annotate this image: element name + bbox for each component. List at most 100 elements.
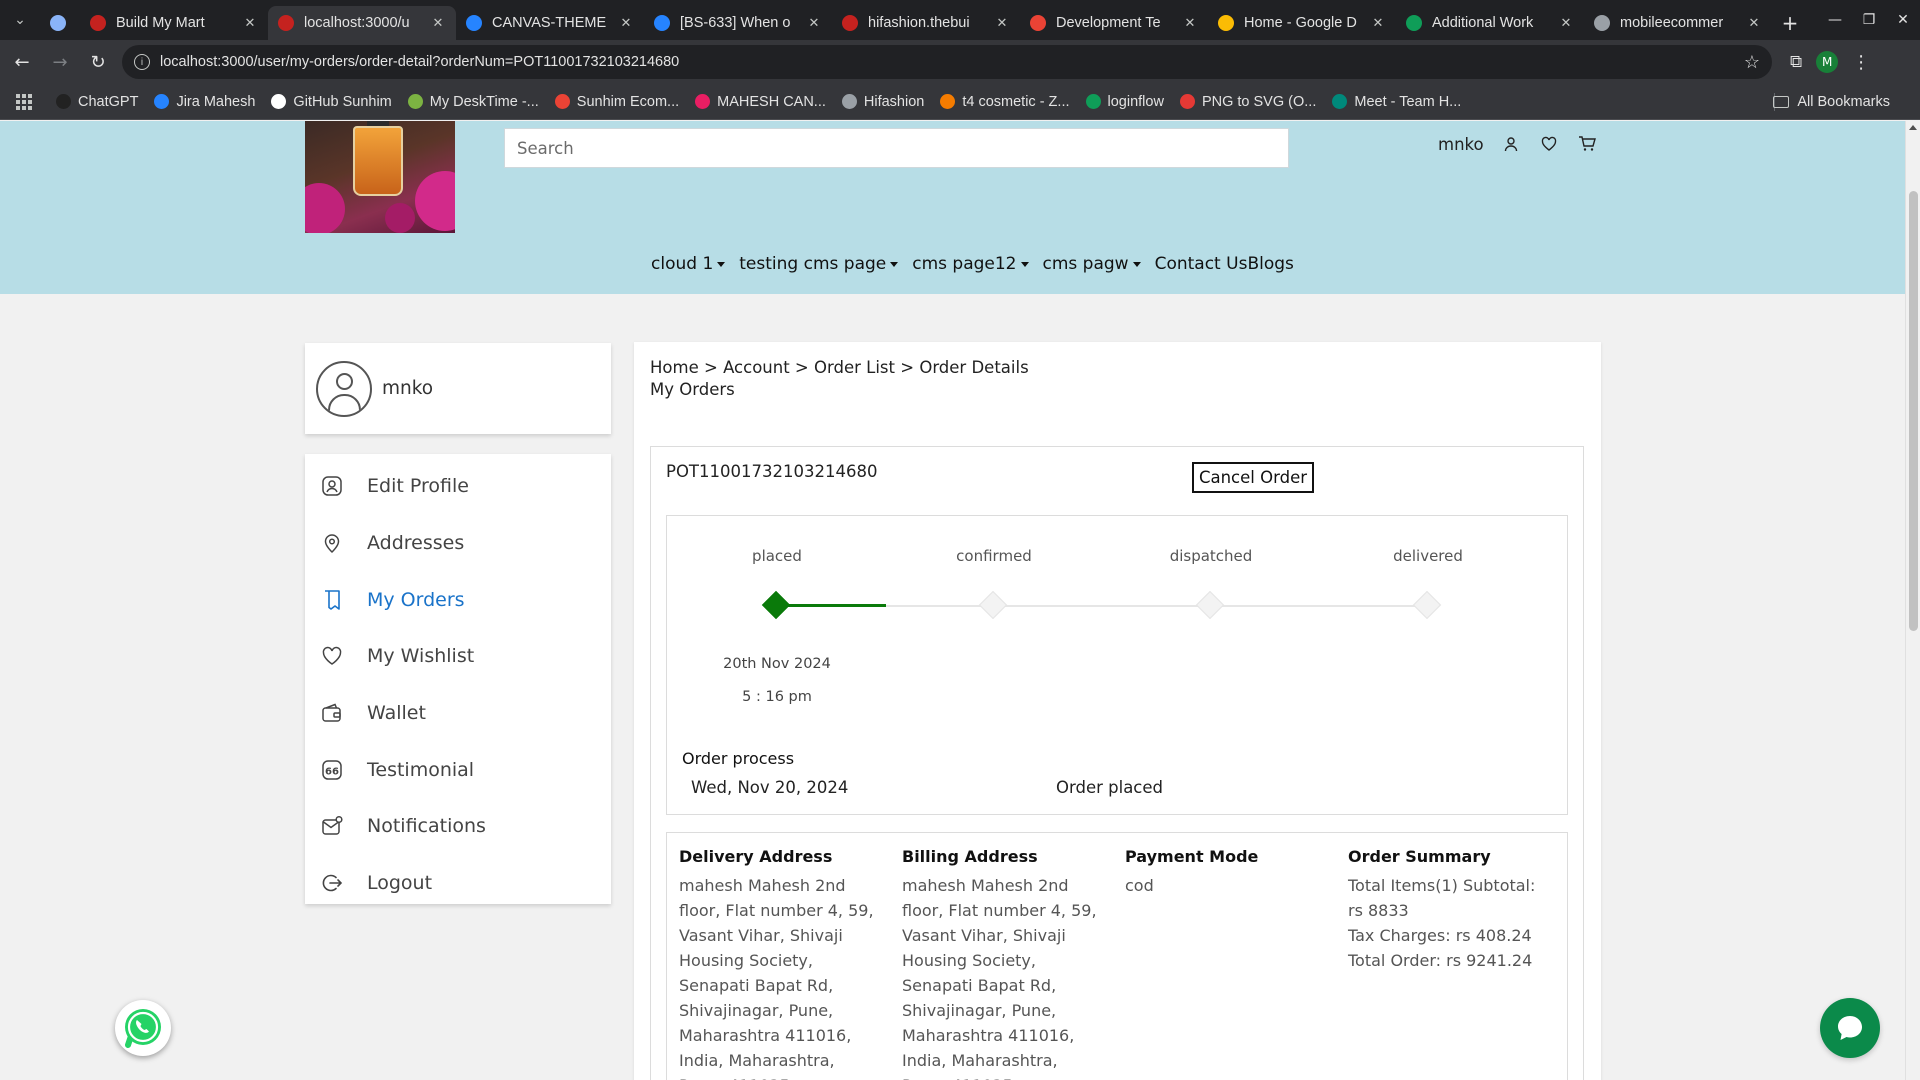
tab-close-icon[interactable]: ✕ — [994, 16, 1010, 31]
site-nav: cloud 1 testing cms page cms page12 cms pag… — [651, 254, 1294, 274]
restore-window-icon[interactable]: ❐ — [1852, 0, 1886, 40]
bookmark-item[interactable]: Hifashion — [841, 93, 925, 110]
bookmark-item[interactable]: loginflow — [1085, 94, 1164, 110]
site-nav-item[interactable]: Contact Us — [1155, 254, 1248, 274]
apps-grid-icon[interactable] — [16, 93, 32, 110]
side-menu-item[interactable]: My Wishlist — [305, 628, 611, 685]
browser-tab[interactable]: Home - Google D ✕ — [1208, 6, 1396, 40]
minimize-window-icon[interactable]: — — [1818, 0, 1852, 40]
tracker-step-label: dispatched — [1169, 547, 1253, 565]
bookmark-item[interactable]: ChatGPT — [56, 94, 138, 110]
cancel-order-button[interactable]: Cancel Order — [1192, 462, 1314, 493]
bookmark-favicon-icon — [695, 94, 711, 109]
tab-close-icon[interactable]: ✕ — [242, 16, 258, 31]
tab-close-icon[interactable]: ✕ — [1746, 16, 1762, 31]
bookmark-label: Hifashion — [863, 93, 925, 110]
browser-menu-icon[interactable]: ⋮ — [1852, 52, 1870, 73]
extensions-icon[interactable]: ⧉ — [1790, 52, 1802, 72]
browser-tab[interactable]: mobileecommer ✕ — [1584, 6, 1772, 40]
user-icon[interactable] — [1500, 133, 1522, 155]
bookmark-favicon-icon — [154, 94, 170, 109]
site-logo[interactable] — [305, 121, 455, 233]
tab-title: Additional Work — [1432, 15, 1534, 31]
browser-tab[interactable]: Build My Mart ✕ — [80, 6, 268, 40]
bookmark-item[interactable]: PNG to SVG (O... — [1179, 94, 1316, 110]
chat-button[interactable] — [1820, 998, 1880, 1058]
bookmark-item[interactable]: t4 cosmetic - Z... — [940, 94, 1070, 110]
site-header: mnko cloud 1 testing cms page cms page12 cm… — [0, 121, 1905, 294]
browser-tab[interactable]: Additional Work ✕ — [1396, 6, 1584, 40]
site-nav-label: Blogs — [1247, 254, 1294, 274]
bookmark-item[interactable]: GitHub Sunhim — [271, 94, 392, 110]
scrollbar-thumb[interactable] — [1909, 191, 1918, 631]
bookmark-item[interactable]: Jira Mahesh — [154, 94, 255, 110]
window-controls: — ❐ ✕ — [1818, 0, 1920, 40]
back-icon[interactable]: ← — [6, 46, 38, 78]
reload-icon[interactable]: ↻ — [82, 46, 114, 78]
site-info-icon[interactable]: i — [134, 54, 150, 70]
side-menu-item[interactable]: Edit Profile — [305, 458, 611, 515]
user-square-icon — [321, 475, 343, 497]
bookmark-item[interactable]: My DeskTime -... — [407, 94, 539, 110]
site-nav-item[interactable]: cms page12 — [912, 254, 1029, 274]
heart-icon — [321, 645, 343, 667]
bookmark-star-icon[interactable]: ☆ — [1744, 52, 1760, 73]
avatar — [316, 360, 372, 417]
profile-avatar[interactable]: M — [1816, 51, 1839, 73]
browser-tab[interactable]: [BS-633] When o ✕ — [644, 6, 832, 40]
side-menu-label: Edit Profile — [367, 475, 469, 498]
site-nav-item[interactable]: testing cms page — [739, 254, 899, 274]
whatsapp-button[interactable] — [115, 1000, 171, 1056]
page-scrollbar[interactable] — [1905, 121, 1920, 1080]
browser-tab[interactable]: localhost:3000/u ✕ — [268, 6, 456, 40]
bookmark-item[interactable]: Meet - Team H... — [1332, 94, 1461, 110]
url-text[interactable]: localhost:3000/user/my-orders/order-deta… — [160, 54, 1744, 70]
billing-address-section: Billing Address mahesh Mahesh 2nd floor,… — [902, 847, 1102, 1080]
heart-icon[interactable] — [1538, 133, 1560, 155]
bookmark-item[interactable]: Sunhim Ecom... — [554, 94, 679, 110]
breadcrumb-item[interactable]: Order List — [814, 358, 895, 377]
placed-time: 5 : 16 pm — [742, 689, 812, 705]
folder-icon — [1773, 96, 1790, 108]
order-info-box: Delivery Address mahesh Mahesh 2nd floor… — [666, 832, 1568, 1080]
tab-favicon-icon — [90, 15, 106, 31]
forward-icon[interactable]: → — [44, 46, 76, 78]
tab-close-icon[interactable]: ✕ — [1558, 16, 1574, 31]
side-menu-item[interactable]: 66 Testimonial — [305, 741, 611, 798]
close-window-icon[interactable]: ✕ — [1886, 0, 1920, 40]
browser-tab[interactable]: hifashion.thebui ✕ — [832, 6, 1020, 40]
browser-tab[interactable] — [40, 6, 80, 40]
site-nav-item[interactable]: cloud 1 — [651, 254, 726, 274]
browser-tab[interactable]: CANVAS-THEME ✕ — [456, 6, 644, 40]
breadcrumb-separator: > — [698, 358, 724, 377]
breadcrumb-item[interactable]: Account — [723, 358, 790, 377]
all-bookmarks-button[interactable]: All Bookmarks — [1773, 84, 1890, 120]
side-menu-item[interactable]: Wallet — [305, 685, 611, 742]
search-field[interactable] — [504, 128, 1289, 168]
tab-close-icon[interactable]: ✕ — [430, 16, 446, 31]
browser-tab[interactable]: Development Te ✕ — [1020, 6, 1208, 40]
order-process-date: Wed, Nov 20, 2024 — [691, 778, 849, 797]
site-nav-item[interactable]: cms pagw — [1043, 254, 1141, 274]
side-menu-item[interactable]: My Orders — [305, 571, 611, 628]
header-username[interactable]: mnko — [1438, 135, 1484, 154]
search-input[interactable] — [517, 138, 1276, 158]
breadcrumb-item[interactable]: Home — [650, 358, 699, 377]
address-bar[interactable]: i localhost:3000/user/my-orders/order-de… — [122, 45, 1772, 79]
tab-close-icon[interactable]: ✕ — [1370, 16, 1386, 31]
side-menu-item[interactable]: Addresses — [305, 515, 611, 572]
tab-close-icon[interactable]: ✕ — [618, 16, 634, 31]
new-tab-button[interactable]: + — [1772, 6, 1808, 40]
side-menu-item[interactable]: Logout — [305, 855, 611, 912]
site-nav-label: cms pagw — [1042, 254, 1129, 274]
tab-search-chevron-icon[interactable]: ⌄ — [0, 0, 40, 40]
tab-favicon-icon — [1594, 15, 1610, 31]
scroll-up-arrow-icon[interactable] — [1909, 125, 1917, 130]
browser-toolbar: ← → ↻ i localhost:3000/user/my-orders/or… — [0, 40, 1920, 84]
site-nav-item[interactable]: Blogs — [1247, 254, 1293, 274]
bookmark-item[interactable]: MAHESH CAN... — [695, 94, 826, 110]
tab-close-icon[interactable]: ✕ — [806, 16, 822, 31]
tab-close-icon[interactable]: ✕ — [1182, 16, 1198, 31]
cart-icon[interactable] — [1576, 133, 1598, 155]
side-menu-item[interactable]: Notifications — [305, 798, 611, 855]
